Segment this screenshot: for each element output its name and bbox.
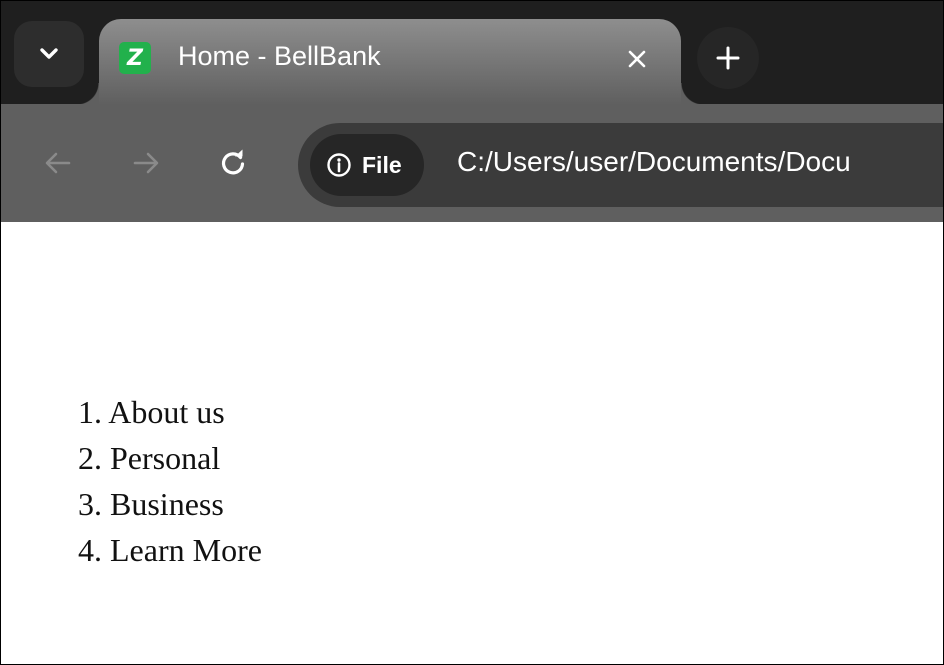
forward-button[interactable]: [119, 136, 173, 190]
arrow-right-icon: [133, 152, 159, 174]
list-item-business[interactable]: 3. Business: [78, 481, 262, 527]
new-tab-button[interactable]: [697, 27, 759, 89]
browser-toolbar: File C:/Users/user/Documents/Docu: [1, 104, 943, 222]
page-content: 1. About us 2. Personal 3. Business 4. L…: [1, 222, 943, 664]
chevron-down-icon: [40, 48, 58, 59]
address-bar[interactable]: File C:/Users/user/Documents/Docu: [298, 123, 943, 207]
plus-icon: [716, 46, 740, 70]
bellbank-favicon-icon: Z: [119, 42, 151, 74]
active-tab[interactable]: Z Home - BellBank: [77, 19, 703, 105]
list-item-label[interactable]: Personal: [110, 440, 220, 476]
tab-title: Home - BellBank: [178, 41, 381, 71]
main-nav-list: 1. About us 2. Personal 3. Business 4. L…: [78, 389, 262, 573]
reload-button[interactable]: [206, 136, 260, 190]
reload-icon: [221, 149, 245, 175]
site-info-label: File: [362, 151, 402, 178]
list-item-number: 4.: [78, 532, 102, 568]
list-item-label[interactable]: About us: [108, 394, 224, 430]
list-item-number: 1.: [78, 394, 102, 430]
browser-window: Z Home - BellBank File C:/Users/user/Doc…: [0, 0, 944, 665]
list-item-learn-more[interactable]: 4. Learn More: [78, 527, 262, 573]
site-info-chip[interactable]: File: [310, 134, 424, 196]
info-icon: [327, 153, 351, 177]
list-item-number: 3.: [78, 486, 102, 522]
favicon-letter: Z: [127, 45, 143, 71]
arrow-left-icon: [45, 152, 71, 174]
tab-close-button[interactable]: [619, 41, 655, 77]
list-item-label[interactable]: Learn More: [110, 532, 262, 568]
tab-search-button[interactable]: [14, 21, 84, 87]
list-item-about-us[interactable]: 1. About us: [78, 389, 262, 435]
back-button[interactable]: [31, 136, 85, 190]
url-text[interactable]: C:/Users/user/Documents/Docu: [457, 146, 851, 178]
close-icon: [628, 50, 646, 68]
list-item-number: 2.: [78, 440, 102, 476]
list-item-label[interactable]: Business: [110, 486, 224, 522]
list-item-personal[interactable]: 2. Personal: [78, 435, 262, 481]
tab-strip: Z Home - BellBank: [1, 1, 943, 105]
